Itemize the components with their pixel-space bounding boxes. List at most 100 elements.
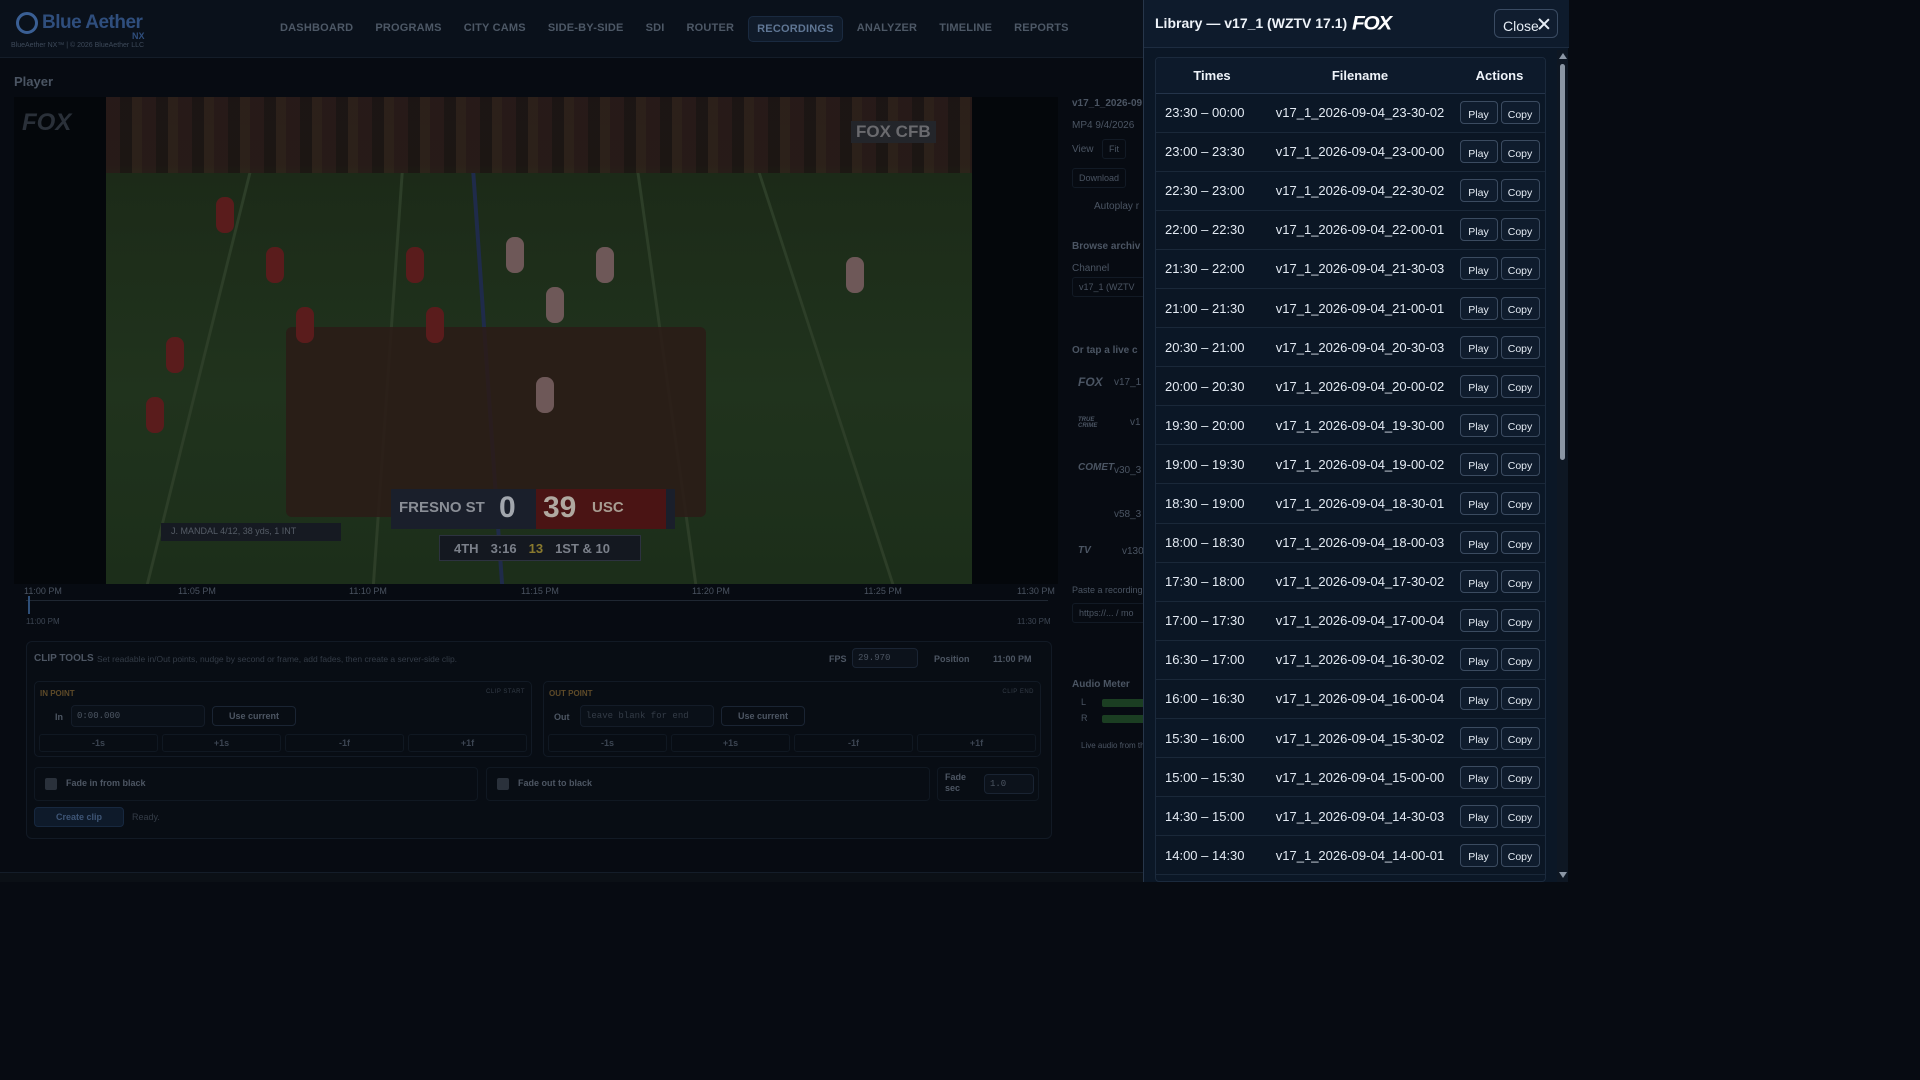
play-button[interactable]: Play	[1459, 843, 1498, 867]
nav-sdi[interactable]: SDI	[638, 16, 673, 42]
status-bar	[0, 872, 1143, 882]
table-row: 18:30 – 19:00 v17_1_2026-09-04_18-30-01 Pl…	[1156, 483, 1545, 524]
fade-in-checkbox[interactable]	[45, 778, 57, 790]
close-button[interactable]: Close	[1494, 9, 1558, 38]
in-use-current-button[interactable]: Use current	[212, 706, 296, 726]
in-nudge-minus-1s[interactable]: -1s	[39, 734, 158, 752]
row-filename: v17_1_2026-09-04_15-00-00	[1268, 757, 1452, 798]
out-use-current-button[interactable]: Use current	[721, 706, 805, 726]
out-nudge-plus-1s[interactable]: +1s	[671, 734, 790, 752]
live-chip-label[interactable]: v30_3	[1114, 465, 1141, 476]
channel-select[interactable]: v17_1 (WZTV	[1072, 277, 1152, 297]
playhead[interactable]	[28, 596, 30, 614]
nav-city-cams[interactable]: CITY CAMS	[456, 16, 534, 42]
nav-timeline[interactable]: TIMELINE	[931, 16, 1000, 42]
play-button[interactable]: Play	[1459, 218, 1498, 242]
nav-dashboard[interactable]: DASHBOARD	[272, 16, 361, 42]
play-button[interactable]: Play	[1459, 726, 1498, 750]
play-button[interactable]: Play	[1459, 335, 1498, 359]
in-nudge-plus-1f[interactable]: +1f	[408, 734, 527, 752]
copy-button[interactable]: Copy	[1500, 804, 1540, 828]
in-nudge-minus-1f[interactable]: -1f	[285, 734, 404, 752]
away-score: 0	[499, 491, 516, 524]
nav-recordings[interactable]: RECORDINGS	[748, 16, 843, 42]
play-button[interactable]: Play	[1459, 804, 1498, 828]
copy-button[interactable]: Copy	[1500, 335, 1540, 359]
out-point-input[interactable]: leave blank for end	[580, 705, 714, 727]
play-button[interactable]: Play	[1459, 648, 1498, 672]
copy-button[interactable]: Copy	[1500, 609, 1540, 633]
scroll-down-icon[interactable]	[1559, 872, 1567, 878]
live-channel-title: Or tap a live c	[1072, 345, 1138, 356]
copy-button[interactable]: Copy	[1500, 452, 1540, 476]
copy-button[interactable]: Copy	[1500, 101, 1540, 125]
scroll-up-icon[interactable]	[1559, 53, 1567, 59]
play-button[interactable]: Play	[1459, 491, 1498, 515]
nav-analyzer[interactable]: ANALYZER	[849, 16, 925, 42]
video-frame[interactable]: FOX CFB J. MANDAL 4/12, 38 yds, 1 INT FR…	[106, 97, 972, 584]
fade-out-checkbox[interactable]	[497, 778, 509, 790]
copy-button[interactable]: Copy	[1500, 531, 1540, 555]
play-button[interactable]: Play	[1459, 687, 1498, 711]
copy-button[interactable]: Copy	[1500, 570, 1540, 594]
fps-input[interactable]: 29.970	[852, 648, 918, 668]
play-button[interactable]: Play	[1459, 531, 1498, 555]
fade-sec-input[interactable]: 1.0	[984, 774, 1034, 794]
copy-button[interactable]: Copy	[1500, 491, 1540, 515]
play-button[interactable]: Play	[1459, 374, 1498, 398]
create-clip-button[interactable]: Create clip	[34, 807, 124, 827]
view-fit-button[interactable]: Fit	[1102, 139, 1126, 159]
library-scrollbar[interactable]	[1557, 50, 1568, 882]
video-player[interactable]: FOX FOX CFB J. MANDAL 4/12, 38 yds, 1 IN…	[14, 97, 1058, 584]
table-row: 23:00 – 23:30 v17_1_2026-09-04_23-00-00 Pl…	[1156, 132, 1545, 172]
nav-side-by-side[interactable]: SIDE-BY-SIDE	[540, 16, 632, 42]
fade-out-option[interactable]: Fade out to black	[486, 767, 930, 801]
copy-button[interactable]: Copy	[1500, 687, 1540, 711]
play-button[interactable]: Play	[1459, 140, 1498, 164]
fade-in-option[interactable]: Fade in from black	[34, 767, 478, 801]
row-filename: v17_1_2026-09-04_19-00-02	[1268, 444, 1452, 485]
copy-button[interactable]: Copy	[1500, 648, 1540, 672]
library-table-wrapper[interactable]: Times Filename Actions 23:30 – 00:00 v17_…	[1155, 57, 1546, 882]
out-nudge-minus-1f[interactable]: -1f	[794, 734, 913, 752]
copy-button[interactable]: Copy	[1500, 413, 1540, 437]
play-button[interactable]: Play	[1459, 257, 1498, 281]
copy-button[interactable]: Copy	[1500, 374, 1540, 398]
copy-button[interactable]: Copy	[1500, 765, 1540, 789]
out-nudge-plus-1f[interactable]: +1f	[917, 734, 1036, 752]
recording-timeline[interactable]: 11:00 PM 11:05 PM 11:10 PM 11:15 PM 11:2…	[14, 586, 1058, 630]
live-chip-label[interactable]: v58_3	[1114, 509, 1141, 520]
play-button[interactable]: Play	[1459, 296, 1498, 320]
play-button[interactable]: Play	[1459, 452, 1498, 476]
table-row: 15:00 – 15:30 v17_1_2026-09-04_15-00-00 Pl…	[1156, 757, 1545, 798]
copy-button[interactable]: Copy	[1500, 257, 1540, 281]
library-rows: 23:30 – 00:00 v17_1_2026-09-04_23-30-02 Pl…	[1156, 93, 1545, 876]
paste-recording-input[interactable]: https://... / mo	[1072, 603, 1152, 623]
brand-logo[interactable]: Blue Aether NX BlueAether NX™ | © 2026 B…	[11, 10, 156, 50]
nav-router[interactable]: ROUTER	[679, 16, 743, 42]
play-button[interactable]: Play	[1459, 413, 1498, 437]
play-button[interactable]: Play	[1459, 570, 1498, 594]
live-chip-label[interactable]: v1	[1130, 417, 1141, 428]
copy-button[interactable]: Copy	[1500, 140, 1540, 164]
download-button[interactable]: Download	[1072, 168, 1127, 188]
play-button[interactable]: Play	[1459, 609, 1498, 633]
copy-button[interactable]: Copy	[1500, 296, 1540, 320]
live-chip-label[interactable]: v130	[1122, 546, 1144, 557]
nav-reports[interactable]: REPORTS	[1006, 16, 1077, 42]
in-nudge-plus-1s[interactable]: +1s	[162, 734, 281, 752]
copy-button[interactable]: Copy	[1500, 179, 1540, 203]
nav-programs[interactable]: PROGRAMS	[367, 16, 449, 42]
play-button[interactable]: Play	[1459, 101, 1498, 125]
row-filename: v17_1_2026-09-04_23-30-02	[1268, 93, 1452, 133]
live-chip-label[interactable]: v17_1	[1114, 377, 1141, 388]
out-nudge-minus-1s[interactable]: -1s	[548, 734, 667, 752]
timeline-track[interactable]	[26, 600, 1048, 601]
copy-button[interactable]: Copy	[1500, 843, 1540, 867]
copy-button[interactable]: Copy	[1500, 218, 1540, 242]
copy-button[interactable]: Copy	[1500, 726, 1540, 750]
play-button[interactable]: Play	[1459, 179, 1498, 203]
scroll-thumb[interactable]	[1560, 64, 1565, 460]
in-point-input[interactable]: 0:00.000	[71, 705, 205, 727]
play-button[interactable]: Play	[1459, 765, 1498, 789]
